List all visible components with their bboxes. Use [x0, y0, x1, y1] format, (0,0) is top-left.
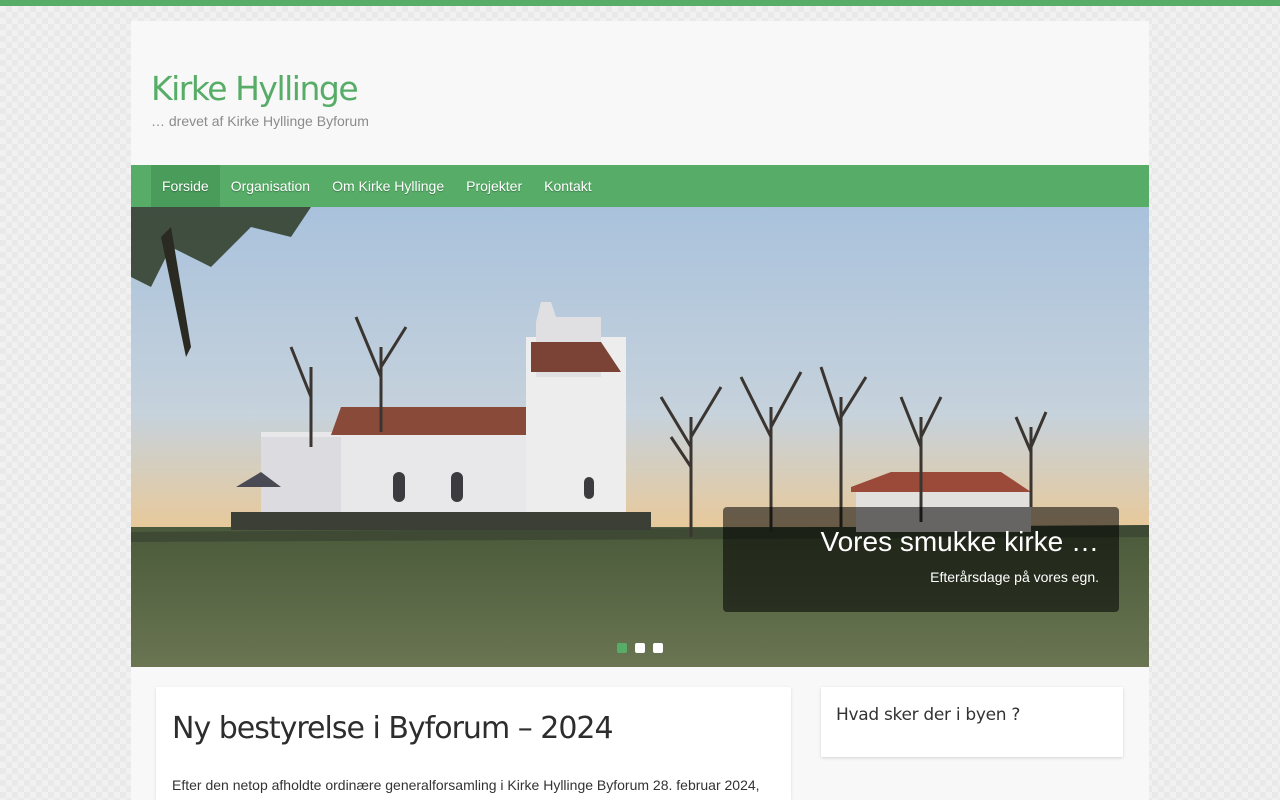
main-navigation: Forside Organisation Om Kirke Hyllinge P… [131, 165, 1149, 207]
nav-item-om-kirke-hyllinge[interactable]: Om Kirke Hyllinge [321, 165, 455, 207]
post-excerpt: Efter den netop afholdte ordinære genera… [172, 777, 760, 793]
post-card: Ny bestyrelse i Byforum – 2024 Efter den… [156, 687, 791, 800]
sidebar-widget: Hvad sker der i byen ? [821, 687, 1123, 757]
site-branding: Kirke Hyllinge … drevet af Kirke Hylling… [151, 69, 369, 129]
image-slider[interactable]: Vores smukke kirke … Efterårsdage på vor… [131, 207, 1149, 667]
slide-caption: Vores smukke kirke … Efterårsdage på vor… [723, 507, 1119, 612]
nav-item-forside[interactable]: Forside [151, 165, 220, 207]
nav-item-organisation[interactable]: Organisation [220, 165, 321, 207]
nav-item-kontakt[interactable]: Kontakt [533, 165, 602, 207]
page-container: Kirke Hyllinge … drevet af Kirke Hylling… [131, 21, 1149, 800]
slide-dot-2[interactable] [635, 643, 645, 653]
slider-pagination [617, 643, 663, 653]
slide-dot-1[interactable] [617, 643, 627, 653]
slide-caption-title[interactable]: Vores smukke kirke … [743, 527, 1099, 557]
site-title[interactable]: Kirke Hyllinge [151, 69, 369, 109]
site-description: … drevet af Kirke Hyllinge Byforum [151, 113, 369, 129]
slide-dot-3[interactable] [653, 643, 663, 653]
post-title[interactable]: Ny bestyrelse i Byforum – 2024 [172, 709, 775, 749]
slide-caption-text: Efterårsdage på vores egn. [930, 569, 1099, 585]
top-accent-bar [0, 0, 1280, 6]
widget-title: Hvad sker der i byen ? [836, 705, 1021, 725]
nav-item-projekter[interactable]: Projekter [455, 165, 533, 207]
